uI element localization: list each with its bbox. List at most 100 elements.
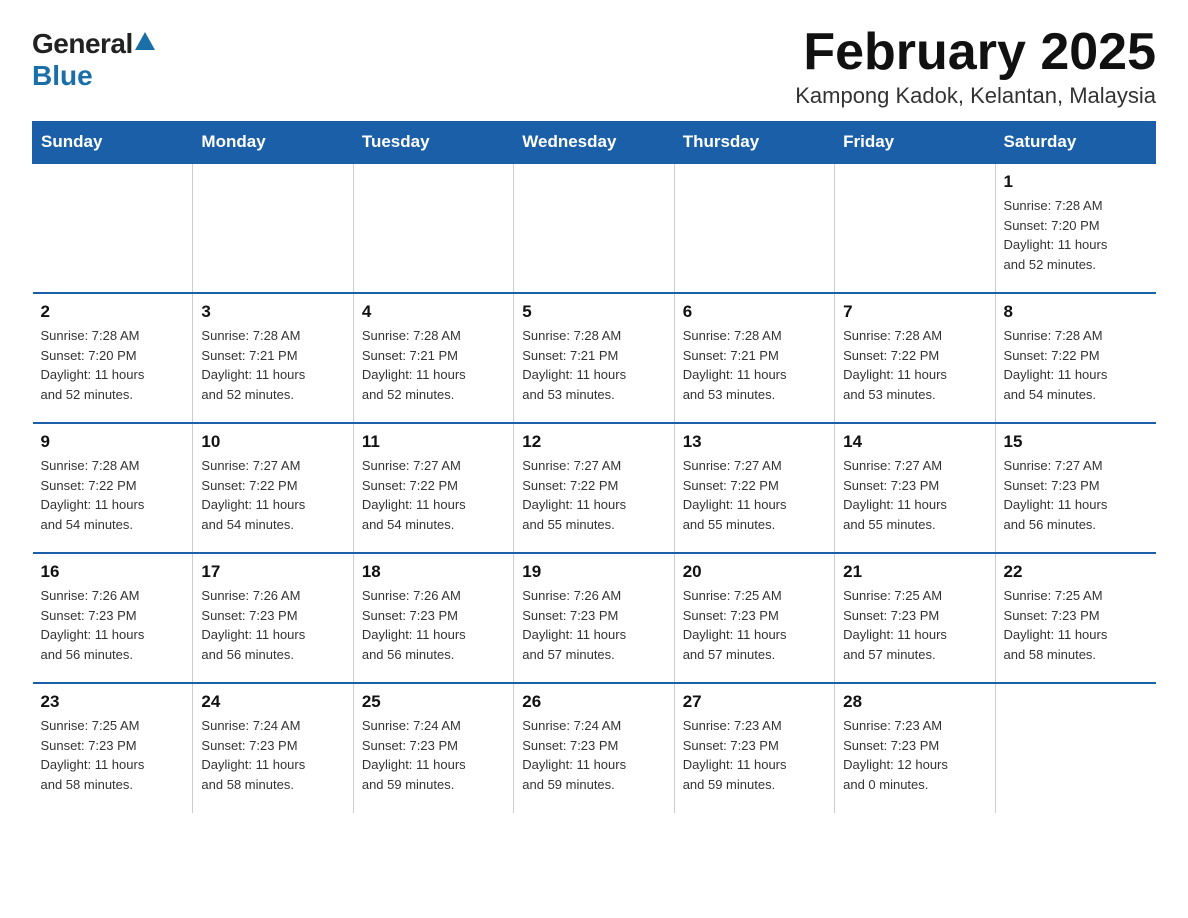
day-number: 11 [362,432,505,452]
day-number: 26 [522,692,665,712]
calendar-cell: 10 Sunrise: 7:27 AM Sunset: 7:22 PM Dayli… [193,423,353,553]
logo-blue-text: Blue [32,60,93,92]
calendar-week-row: 2 Sunrise: 7:28 AM Sunset: 7:20 PM Daylig… [33,293,1156,423]
day-info: Sunrise: 7:26 AM Sunset: 7:23 PM Dayligh… [201,586,344,664]
day-number: 23 [41,692,185,712]
day-info: Sunrise: 7:28 AM Sunset: 7:20 PM Dayligh… [1004,196,1148,274]
calendar-cell: 3Sunrise: 7:28 AM Sunset: 7:21 PM Daylig… [193,293,353,423]
day-info: Sunrise: 7:27 AM Sunset: 7:22 PM Dayligh… [522,456,665,534]
day-info: Sunrise: 7:26 AM Sunset: 7:23 PM Dayligh… [41,586,185,664]
day-number: 1 [1004,172,1148,192]
calendar-cell: 20Sunrise: 7:25 AM Sunset: 7:23 PM Dayli… [674,553,834,683]
day-number: 27 [683,692,826,712]
day-number: 18 [362,562,505,582]
calendar-header-row: SundayMondayTuesdayWednesdayThursdayFrid… [33,122,1156,164]
day-number: 17 [201,562,344,582]
day-info: Sunrise: 7:27 AM Sunset: 7:22 PM Dayligh… [201,456,344,534]
calendar-subtitle: Kampong Kadok, Kelantan, Malaysia [795,83,1156,109]
day-info: Sunrise: 7:23 AM Sunset: 7:23 PM Dayligh… [683,716,826,794]
header-sunday: Sunday [33,122,193,164]
calendar-cell: 9 Sunrise: 7:28 AM Sunset: 7:22 PM Daylig… [33,423,193,553]
calendar-cell: 13 Sunrise: 7:27 AM Sunset: 7:22 PM Dayli… [674,423,834,553]
header-saturday: Saturday [995,122,1155,164]
day-number: 14 [843,432,986,452]
calendar-cell [33,163,193,293]
calendar-cell: 1 Sunrise: 7:28 AM Sunset: 7:20 PM Daylig… [995,163,1155,293]
day-info: Sunrise: 7:23 AM Sunset: 7:23 PM Dayligh… [843,716,986,794]
day-number: 8 [1004,302,1148,322]
header-thursday: Thursday [674,122,834,164]
day-info: Sunrise: 7:25 AM Sunset: 7:23 PM Dayligh… [843,586,986,664]
calendar-cell [835,163,995,293]
day-info: Sunrise: 7:24 AM Sunset: 7:23 PM Dayligh… [522,716,665,794]
day-number: 7 [843,302,986,322]
page-header: General Blue February 2025 Kampong Kadok… [32,24,1156,109]
day-info: Sunrise: 7:28 AM Sunset: 7:22 PM Dayligh… [1004,326,1148,404]
calendar-cell: 21 Sunrise: 7:25 AM Sunset: 7:23 PM Dayli… [835,553,995,683]
day-number: 12 [522,432,665,452]
calendar-cell: 7 Sunrise: 7:28 AM Sunset: 7:22 PM Daylig… [835,293,995,423]
day-info: Sunrise: 7:28 AM Sunset: 7:22 PM Dayligh… [843,326,986,404]
calendar-week-row: 16 Sunrise: 7:26 AM Sunset: 7:23 PM Dayli… [33,553,1156,683]
day-number: 19 [522,562,665,582]
day-number: 28 [843,692,986,712]
day-info: Sunrise: 7:28 AM Sunset: 7:20 PM Dayligh… [41,326,185,404]
day-number: 22 [1004,562,1148,582]
day-info: Sunrise: 7:26 AM Sunset: 7:23 PM Dayligh… [362,586,505,664]
calendar-cell: 25 Sunrise: 7:24 AM Sunset: 7:23 PM Dayli… [353,683,513,813]
calendar-cell: 5 Sunrise: 7:28 AM Sunset: 7:21 PM Daylig… [514,293,674,423]
calendar-cell: 24Sunrise: 7:24 AM Sunset: 7:23 PM Dayli… [193,683,353,813]
calendar-cell: 19 Sunrise: 7:26 AM Sunset: 7:23 PM Dayli… [514,553,674,683]
calendar-cell: 14 Sunrise: 7:27 AM Sunset: 7:23 PM Dayli… [835,423,995,553]
day-info: Sunrise: 7:28 AM Sunset: 7:21 PM Dayligh… [201,326,344,404]
day-number: 15 [1004,432,1148,452]
day-info: Sunrise: 7:27 AM Sunset: 7:23 PM Dayligh… [1004,456,1148,534]
day-info: Sunrise: 7:27 AM Sunset: 7:23 PM Dayligh… [843,456,986,534]
day-number: 2 [41,302,185,322]
calendar-cell: 27 Sunrise: 7:23 AM Sunset: 7:23 PM Dayli… [674,683,834,813]
header-friday: Friday [835,122,995,164]
day-number: 5 [522,302,665,322]
calendar-cell [353,163,513,293]
day-number: 16 [41,562,185,582]
logo: General Blue [32,24,157,92]
day-number: 13 [683,432,826,452]
day-info: Sunrise: 7:27 AM Sunset: 7:22 PM Dayligh… [362,456,505,534]
day-number: 25 [362,692,505,712]
calendar-table: SundayMondayTuesdayWednesdayThursdayFrid… [32,121,1156,813]
day-info: Sunrise: 7:28 AM Sunset: 7:21 PM Dayligh… [362,326,505,404]
header-wednesday: Wednesday [514,122,674,164]
calendar-cell: 28 Sunrise: 7:23 AM Sunset: 7:23 PM Dayli… [835,683,995,813]
calendar-cell: 16 Sunrise: 7:26 AM Sunset: 7:23 PM Dayli… [33,553,193,683]
calendar-week-row: 1 Sunrise: 7:28 AM Sunset: 7:20 PM Daylig… [33,163,1156,293]
calendar-cell [674,163,834,293]
logo-general-text: General [32,28,133,60]
calendar-cell: 4Sunrise: 7:28 AM Sunset: 7:21 PM Daylig… [353,293,513,423]
day-number: 21 [843,562,986,582]
calendar-cell: 2 Sunrise: 7:28 AM Sunset: 7:20 PM Daylig… [33,293,193,423]
day-info: Sunrise: 7:28 AM Sunset: 7:22 PM Dayligh… [41,456,185,534]
day-info: Sunrise: 7:26 AM Sunset: 7:23 PM Dayligh… [522,586,665,664]
day-number: 9 [41,432,185,452]
day-number: 10 [201,432,344,452]
calendar-cell [995,683,1155,813]
day-info: Sunrise: 7:25 AM Sunset: 7:23 PM Dayligh… [41,716,185,794]
calendar-cell: 8 Sunrise: 7:28 AM Sunset: 7:22 PM Daylig… [995,293,1155,423]
calendar-cell: 12 Sunrise: 7:27 AM Sunset: 7:22 PM Dayli… [514,423,674,553]
calendar-cell [514,163,674,293]
calendar-cell [193,163,353,293]
title-block: February 2025 Kampong Kadok, Kelantan, M… [795,24,1156,109]
day-number: 24 [201,692,344,712]
calendar-cell: 15 Sunrise: 7:27 AM Sunset: 7:23 PM Dayli… [995,423,1155,553]
header-monday: Monday [193,122,353,164]
calendar-title: February 2025 [795,24,1156,81]
day-info: Sunrise: 7:27 AM Sunset: 7:22 PM Dayligh… [683,456,826,534]
day-info: Sunrise: 7:28 AM Sunset: 7:21 PM Dayligh… [683,326,826,404]
calendar-cell: 17 Sunrise: 7:26 AM Sunset: 7:23 PM Dayli… [193,553,353,683]
day-info: Sunrise: 7:28 AM Sunset: 7:21 PM Dayligh… [522,326,665,404]
day-info: Sunrise: 7:24 AM Sunset: 7:23 PM Dayligh… [362,716,505,794]
day-info: Sunrise: 7:25 AM Sunset: 7:23 PM Dayligh… [1004,586,1148,664]
day-number: 6 [683,302,826,322]
day-number: 20 [683,562,826,582]
calendar-cell: 6 Sunrise: 7:28 AM Sunset: 7:21 PM Daylig… [674,293,834,423]
